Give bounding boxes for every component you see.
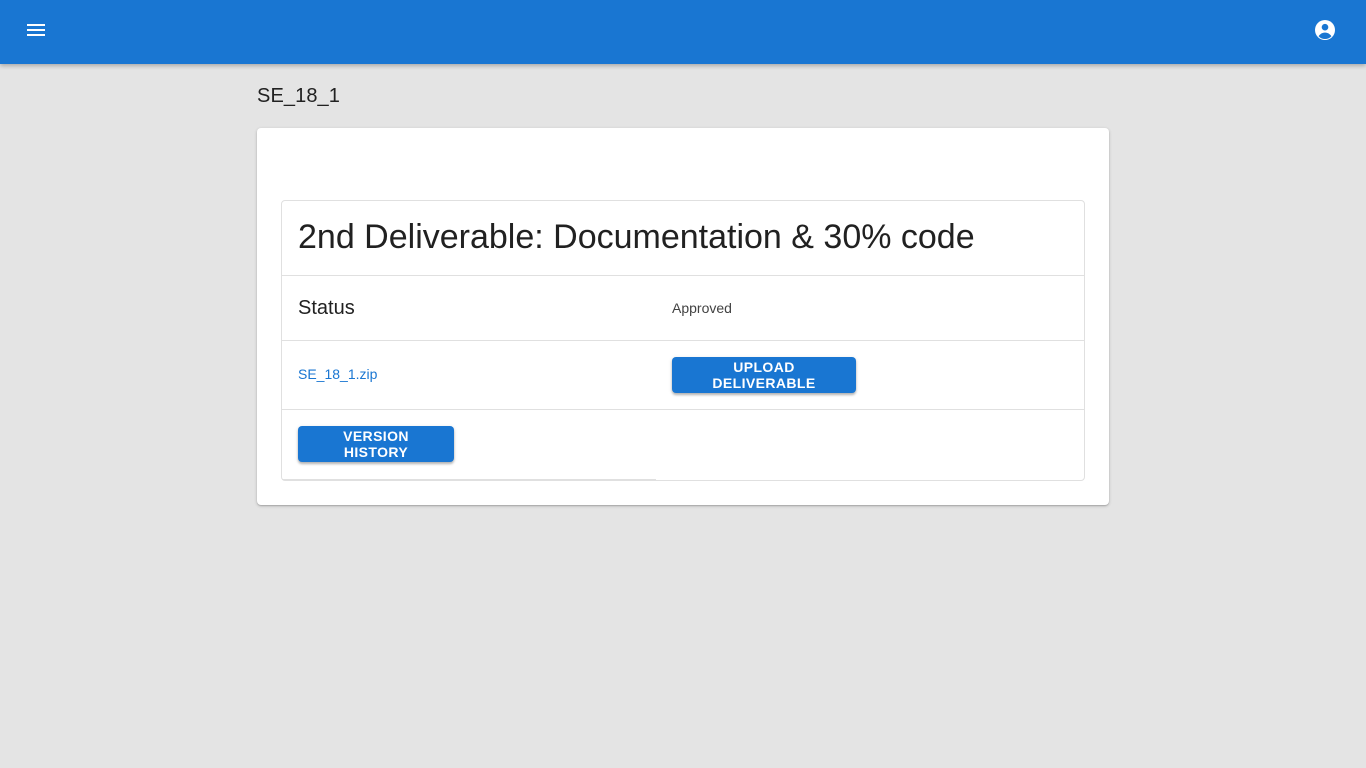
account-circle-icon	[1313, 18, 1337, 47]
divider	[282, 275, 1084, 276]
status-value: Approved	[672, 300, 732, 316]
upload-deliverable-button[interactable]: UPLOAD DELIVERABLE	[672, 357, 856, 393]
deliverable-file-link[interactable]: SE_18_1.zip	[298, 366, 377, 382]
deliverables-card: 2nd Deliverable: Documentation & 30% cod…	[257, 128, 1109, 505]
page-title: SE_18_1	[257, 85, 340, 107]
account-button[interactable]	[1301, 8, 1349, 56]
deliverable-card: 2nd Deliverable: Documentation & 30% cod…	[281, 200, 1085, 481]
divider	[282, 340, 1084, 341]
divider	[282, 479, 656, 480]
deliverable-title: 2nd Deliverable: Documentation & 30% cod…	[298, 218, 975, 256]
status-label: Status	[298, 297, 355, 319]
menu-icon	[24, 18, 48, 47]
app-bar	[0, 0, 1366, 64]
divider	[282, 409, 1084, 410]
menu-button[interactable]	[12, 8, 60, 56]
version-history-button[interactable]: VERSION HISTORY	[298, 426, 454, 462]
